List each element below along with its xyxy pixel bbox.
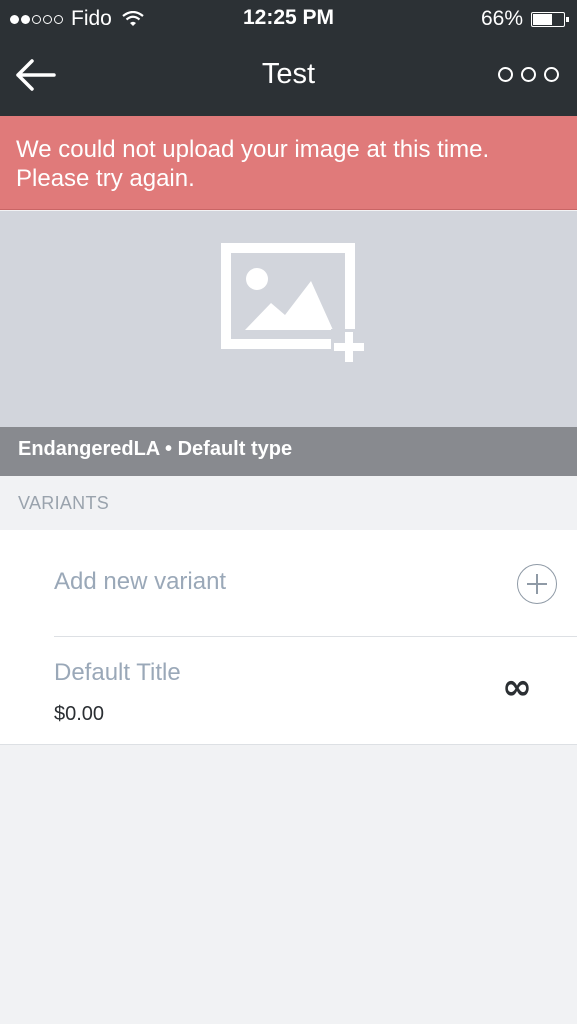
more-horizontal-icon (521, 67, 536, 82)
image-upload-area[interactable] (0, 211, 577, 427)
add-variant-row[interactable]: Add new variant (0, 530, 577, 636)
infinity-icon: ∞ (502, 667, 532, 708)
more-horizontal-icon (498, 67, 513, 82)
battery-percent: 66% (480, 7, 523, 30)
add-variant-label: Add new variant (54, 568, 227, 595)
error-banner: We could not upload your image at this t… (0, 116, 577, 210)
variant-row[interactable]: Default Title $0.00 ∞ (0, 637, 577, 744)
more-horizontal-icon (544, 67, 559, 82)
status-bar-right: 66% (480, 7, 569, 31)
page-title: Test (261, 58, 316, 90)
battery-icon (531, 11, 569, 27)
add-image-icon (221, 243, 367, 365)
variant-title: Default Title (54, 659, 181, 686)
variants-list: Add new variant Default Title $0.00 ∞ (0, 530, 577, 745)
add-circle-icon[interactable] (517, 564, 557, 604)
variant-price: $0.00 (54, 703, 105, 725)
variants-section-header: VARIANTS (18, 493, 110, 513)
status-bar: Fido 12:25 PM 66% (0, 0, 577, 37)
navigation-bar: Test (0, 37, 577, 116)
product-caption: EndangeredLA • Default type (0, 427, 577, 476)
more-options-button[interactable] (498, 67, 559, 82)
